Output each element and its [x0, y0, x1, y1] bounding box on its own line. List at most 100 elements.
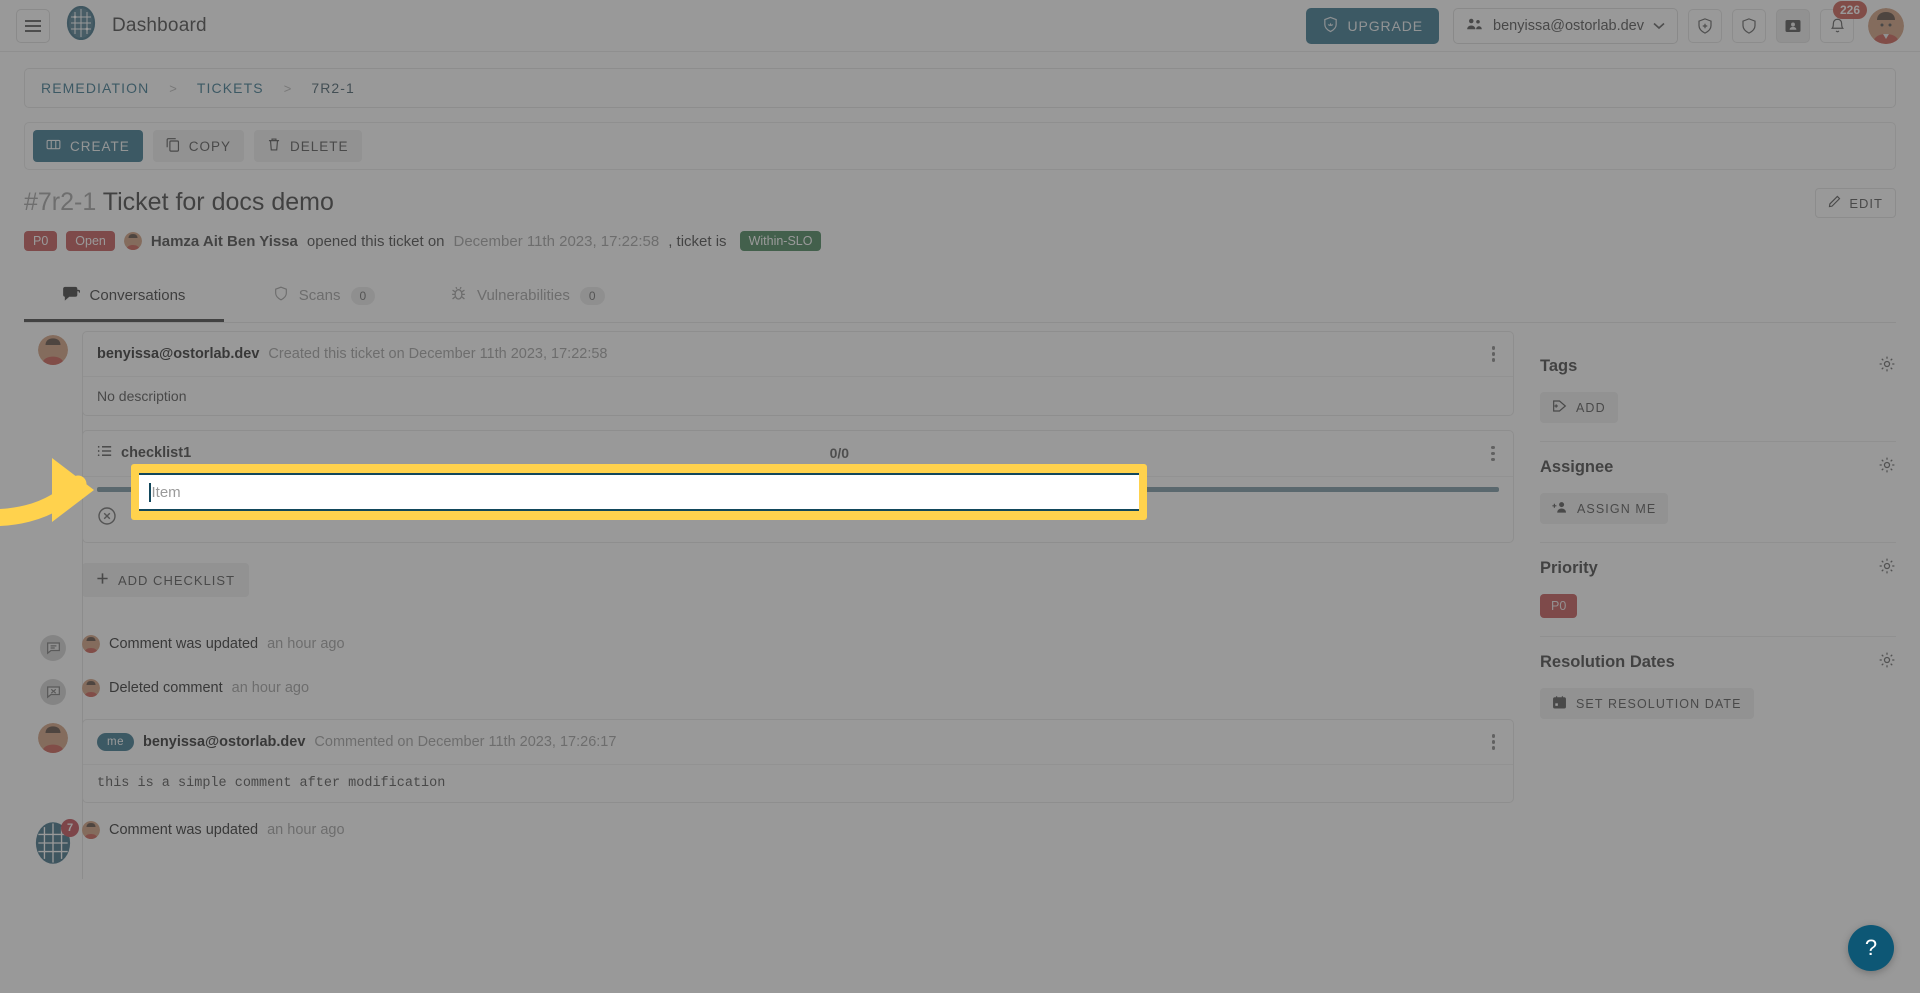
breadcrumb-item-remediation[interactable]: REMEDIATION: [41, 80, 149, 96]
tab-count-badge: 0: [350, 286, 376, 305]
more-vertical-icon[interactable]: [1488, 344, 1500, 364]
comment-card: me benyissa@ostorlab.dev Commented on De…: [82, 719, 1514, 803]
curved-arrow-right-icon: [0, 448, 140, 543]
card-header: benyissa@ostorlab.dev Created this ticke…: [83, 332, 1513, 377]
priority-value-badge: P0: [1540, 594, 1578, 618]
edit-label: EDIT: [1849, 195, 1883, 211]
hamburger-icon[interactable]: [16, 8, 50, 43]
assign-me-label: ASSIGN ME: [1577, 501, 1657, 516]
card-author: benyissa@ostorlab.dev: [97, 345, 260, 362]
logo-count-badge: 7: [61, 818, 79, 837]
ticket-title-text: Ticket for docs demo: [102, 188, 334, 216]
comment-delete-icon: [40, 679, 66, 705]
feed-item-activity: 7 Comment was updated an hour ago: [24, 817, 1514, 865]
main-area: benyissa@ostorlab.dev Created this ticke…: [24, 331, 1896, 879]
section-header: Resolution Dates: [1540, 651, 1896, 674]
breadcrumb-separator: >: [283, 80, 292, 96]
ticket-title: #7r2-1 Ticket for docs demo: [24, 188, 334, 217]
checklist-item-input[interactable]: Item: [139, 473, 1139, 511]
ticket-author: Hamza Ait Ben Yissa: [150, 232, 298, 250]
avatar: [82, 635, 100, 653]
tab-conversations[interactable]: Conversations: [24, 273, 224, 322]
more-vertical-icon[interactable]: [1488, 732, 1500, 752]
page-title: Dashboard: [112, 14, 207, 36]
opened-date: December 11th 2023, 17:22:58: [453, 232, 660, 250]
gear-icon[interactable]: [1878, 651, 1896, 674]
gear-icon[interactable]: [1878, 355, 1896, 378]
tab-bar: Conversations Scans 0 Vulnerabilities 0: [24, 273, 1896, 323]
feed-item-comment: me benyissa@ostorlab.dev Commented on De…: [24, 719, 1514, 803]
copy-button[interactable]: COPY: [152, 130, 245, 162]
breadcrumb-item-current[interactable]: 7R2-1: [311, 80, 355, 96]
checklist-count: 0/0: [829, 445, 850, 462]
ostorlab-logo-icon[interactable]: [64, 5, 98, 45]
sidebar-section-tags: Tags ADD: [1540, 341, 1896, 442]
feed-gutter: [24, 675, 82, 705]
delete-label: DELETE: [290, 138, 349, 154]
section-header: Priority: [1540, 557, 1896, 580]
upgrade-button[interactable]: UPGRADE: [1305, 7, 1440, 44]
ticket-meta: P0 Open Hamza Ait Ben Yissa opened this …: [24, 231, 1896, 251]
created-ticket-card: benyissa@ostorlab.dev Created this ticke…: [82, 331, 1514, 416]
section-title: Resolution Dates: [1540, 653, 1675, 671]
help-button[interactable]: ?: [1848, 925, 1894, 971]
add-checklist-button[interactable]: ADD CHECKLIST: [82, 563, 250, 597]
pencil-icon: [1828, 195, 1841, 211]
sidebar-section-assignee: Assignee ASSIGN ME: [1540, 442, 1896, 543]
card-action: Created this ticket on December 11th 202…: [268, 345, 608, 362]
card-body: this is a simple comment after modificat…: [97, 775, 446, 791]
avatar[interactable]: [1868, 7, 1904, 44]
section-title: Tags: [1540, 357, 1578, 375]
upgrade-label: UPGRADE: [1347, 17, 1424, 34]
shield-icon[interactable]: [1732, 8, 1766, 43]
plus-icon: [96, 572, 109, 588]
id-card-icon[interactable]: [1776, 8, 1810, 43]
notification-count-badge: 226: [1832, 0, 1867, 19]
author-avatar: [123, 232, 142, 250]
gear-icon[interactable]: [1878, 456, 1896, 479]
status-badge: Open: [66, 231, 115, 251]
copy-icon: [166, 137, 180, 155]
more-vertical-icon[interactable]: [1487, 444, 1499, 464]
user-plus-icon: [1552, 500, 1568, 517]
feed-gutter: [24, 719, 82, 753]
edit-button[interactable]: EDIT: [1815, 188, 1896, 218]
shield-plus-icon[interactable]: [1688, 8, 1722, 43]
activity-text: Comment was updated: [109, 636, 259, 652]
set-resolution-date-label: SET RESOLUTION DATE: [1576, 696, 1742, 711]
delete-button[interactable]: DELETE: [254, 130, 362, 162]
calendar-icon: [1552, 695, 1567, 713]
section-header: Assignee: [1540, 456, 1896, 479]
create-label: CREATE: [70, 138, 130, 154]
tab-scans[interactable]: Scans 0: [224, 273, 424, 322]
tab-count-badge: 0: [579, 286, 605, 305]
activity-line: Deleted comment an hour ago: [82, 675, 1514, 697]
feed-gutter: [24, 631, 82, 661]
crown-shield-icon: [1322, 16, 1339, 36]
bell-icon[interactable]: 226: [1820, 0, 1867, 43]
trash-icon: [267, 137, 281, 155]
avatar: [38, 335, 68, 365]
add-checklist-label: ADD CHECKLIST: [118, 572, 236, 588]
tab-vulnerabilities[interactable]: Vulnerabilities 0: [424, 273, 631, 322]
breadcrumb-item-tickets[interactable]: TICKETS: [197, 80, 264, 96]
tab-label: Conversations: [89, 287, 186, 304]
activity-text: Comment was updated: [109, 821, 259, 838]
section-title: Assignee: [1540, 458, 1614, 476]
ticket-is-text: , ticket is: [668, 232, 727, 250]
gear-icon[interactable]: [1878, 557, 1896, 580]
action-toolbar: CREATE COPY DELETE: [24, 122, 1896, 170]
user-account-dropdown[interactable]: benyissa@ostorlab.dev: [1453, 7, 1678, 44]
comment-edit-icon: [40, 635, 66, 661]
create-button[interactable]: CREATE: [33, 130, 143, 162]
tab-label: Scans: [298, 287, 341, 304]
activity-time: an hour ago: [267, 636, 345, 652]
top-bar: Dashboard UPGRADE benyissa@ostorlab.dev: [0, 0, 1920, 52]
sidebar-section-priority: Priority P0: [1540, 543, 1896, 637]
add-tag-button[interactable]: ADD: [1540, 392, 1618, 423]
set-resolution-date-button[interactable]: SET RESOLUTION DATE: [1540, 688, 1754, 719]
conversation-icon: [62, 285, 80, 306]
ticket-header: #7r2-1 Ticket for docs demo EDIT: [24, 188, 1896, 218]
feed-item-activity: Deleted comment an hour ago: [24, 675, 1514, 705]
assign-me-button[interactable]: ASSIGN ME: [1540, 493, 1669, 524]
